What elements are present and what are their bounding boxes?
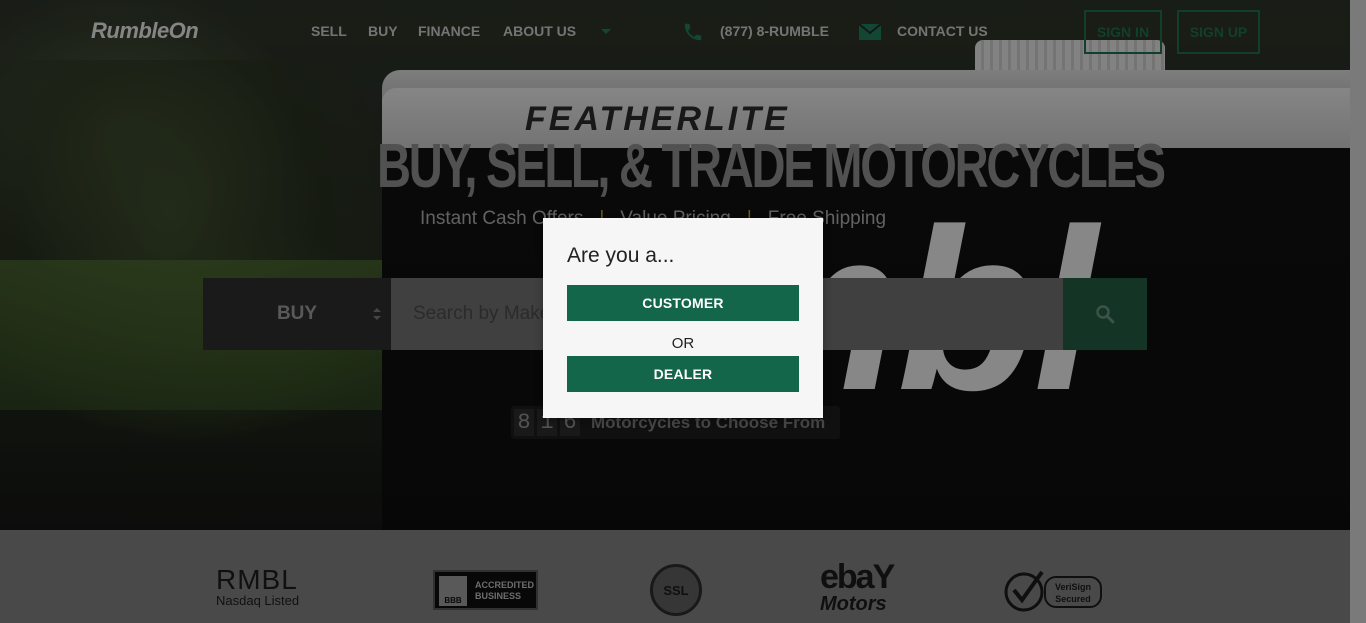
nav-finance[interactable]: FINANCE (418, 23, 480, 39)
nav-buy[interactable]: BUY (368, 23, 398, 39)
modal-or-text: OR (671, 335, 695, 352)
page: FEATHERLITE umbl BUY, SELL, & TRADE MOTO… (0, 0, 1366, 623)
select-value: BUY (276, 303, 318, 324)
search-button[interactable] (1063, 278, 1147, 350)
search-icon (1096, 305, 1115, 324)
verisign-text: VeriSign Secured (1044, 576, 1102, 608)
sign-in-button[interactable]: SIGN IN (1084, 10, 1162, 54)
bbb-line: ACCREDITED (475, 580, 535, 590)
nav-sell[interactable]: SELL (311, 23, 347, 39)
trust-badges-bar: RMBL Nasdaq Listed BBB ACCREDITED BUSINE… (0, 530, 1350, 623)
bbb-line: BUSINESS (475, 591, 522, 601)
ssl-seal-icon: SSL (650, 564, 702, 616)
rmbl-nasdaq-logo: RMBL Nasdaq Listed (216, 566, 299, 608)
verisign-secured-logo: VeriSign Secured (1002, 568, 1104, 612)
select-arrows-icon (373, 308, 381, 320)
nasdaq-text: Nasdaq Listed (216, 593, 300, 608)
phone-icon (684, 23, 702, 41)
rumbleon-logo[interactable]: RumbleOn (91, 18, 199, 44)
ebay-text: ebaY (820, 558, 895, 596)
sign-up-button[interactable]: SIGN UP (1177, 10, 1260, 54)
bbb-text: ACCREDITED BUSINESS (475, 580, 534, 602)
bbb-accredited-logo: BBB ACCREDITED BUSINESS (433, 570, 538, 610)
ebay-motors-logo: ebaY Motors (820, 560, 910, 620)
verisign-line: Secured (1055, 594, 1091, 604)
counter-digit: 8 (514, 409, 534, 436)
ebay-motors-text: Motors (820, 593, 887, 615)
mail-icon (858, 23, 882, 40)
nav-contact-us[interactable]: CONTACT US (897, 23, 988, 39)
nav-about-us[interactable]: ABOUT US (503, 23, 576, 39)
rmbl-text: RMBL (216, 564, 298, 595)
scrollbar[interactable] (1350, 0, 1366, 623)
user-type-modal: Are you a... CUSTOMER OR DEALER (543, 218, 823, 418)
nav-phone[interactable]: (877) 8-RUMBLE (720, 23, 829, 39)
modal-title: Are you a... (567, 244, 675, 267)
top-navigation: RumbleOn SELL BUY FINANCE ABOUT US (877)… (0, 0, 1366, 62)
ssl-text: SSL (663, 582, 689, 598)
verisign-line: VeriSign (1054, 582, 1091, 592)
customer-button[interactable]: CUSTOMER (567, 285, 799, 321)
hero-headline: BUY, SELL, & TRADE MOTORCYCLES (377, 132, 1166, 201)
buy-sell-select[interactable]: BUY (203, 278, 391, 350)
bbb-torch-icon: BBB (439, 576, 467, 606)
dealer-button[interactable]: DEALER (567, 356, 799, 392)
chevron-down-icon[interactable] (601, 29, 611, 34)
verisign-check-icon (1004, 570, 1044, 612)
